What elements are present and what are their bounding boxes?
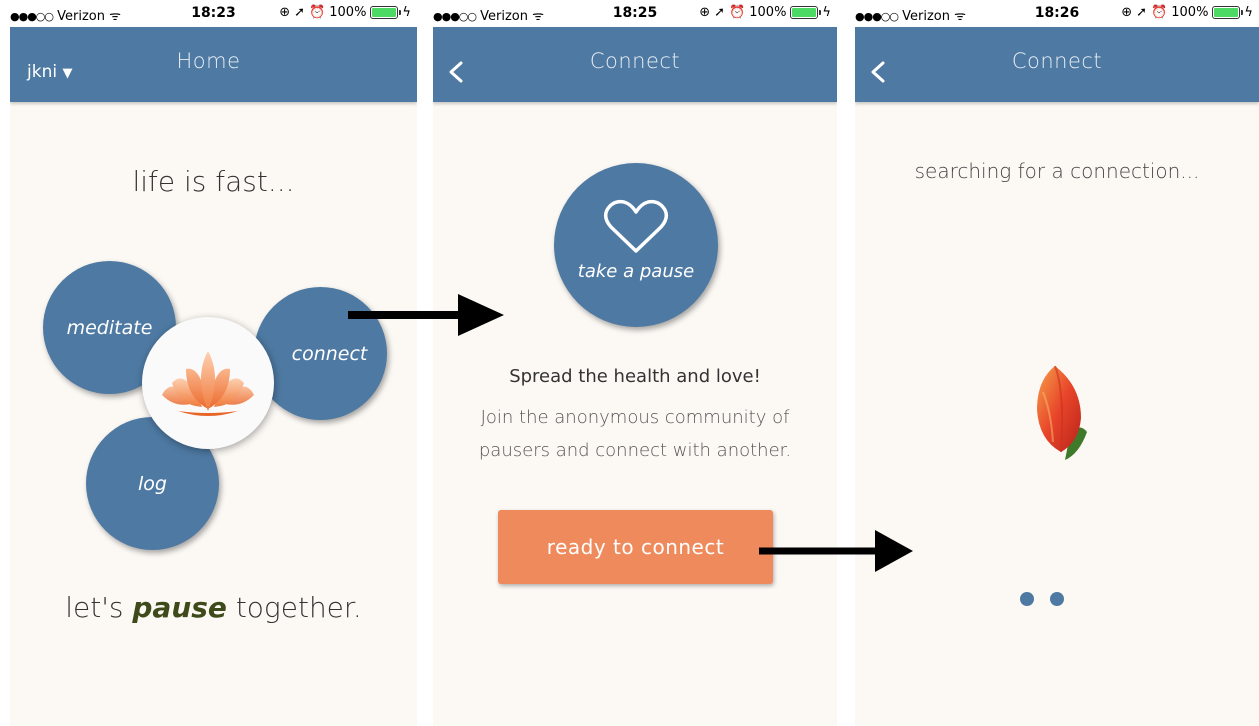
page-title: Home — [176, 49, 241, 73]
status-bar: ●●●○○ Verizon ᯤ 18:25 ⊕ ➚ ⏰ 100% ϟ — [433, 0, 837, 27]
log-label: log — [138, 472, 167, 495]
nav-bar: Connect — [433, 27, 837, 102]
footer-slogan: let's pause together. — [10, 591, 417, 624]
flow-arrow-2 — [759, 530, 913, 572]
slogan-prefix: let's — [65, 591, 133, 624]
status-bar: ●●●○○ Verizon ᯤ 18:26 ⊕ ➚ ⏰ 100% ϟ — [855, 0, 1259, 27]
alarm-icon: ⏰ — [309, 5, 326, 20]
searching-status: searching for a connection... — [914, 159, 1200, 183]
battery-icon — [1212, 6, 1244, 19]
body-line-1: Join the anonymous community of — [480, 407, 790, 428]
nav-bar: Connect — [855, 27, 1259, 102]
lotus-logo[interactable] — [142, 317, 274, 449]
charging-icon: ϟ — [822, 5, 831, 20]
headline: Spread the health and love! — [509, 366, 761, 387]
lock-rotation-icon: ⊕ — [699, 5, 711, 20]
home-screen: ●●●○○ Verizon ᯤ 18:23 ⊕ ➚ ⏰ 100% ϟ jkni … — [10, 0, 417, 726]
slogan-suffix: together. — [226, 591, 362, 624]
battery-percent: 100% — [329, 5, 367, 20]
take-a-pause-button[interactable]: take a pause — [554, 163, 718, 327]
meditate-label: meditate — [66, 316, 153, 339]
page-title: Connect — [1011, 49, 1103, 73]
heart-icon — [603, 199, 669, 253]
page-title: Connect — [589, 49, 681, 73]
charging-icon: ϟ — [1244, 5, 1253, 20]
searching-screen: ●●●○○ Verizon ᯤ 18:26 ⊕ ➚ ⏰ 100% ϟ Conne… — [855, 0, 1259, 726]
location-icon: ➚ — [1136, 5, 1148, 20]
lotus-icon — [162, 351, 254, 416]
connect-screen: ●●●○○ Verizon ᯤ 18:25 ⊕ ➚ ⏰ 100% ϟ Conne… — [433, 0, 837, 726]
charging-icon: ϟ — [402, 5, 411, 20]
battery-percent: 100% — [749, 5, 787, 20]
battery-icon — [790, 6, 822, 19]
location-icon: ➚ — [294, 5, 306, 20]
connect-label: connect — [291, 342, 368, 365]
lock-rotation-icon: ⊕ — [1121, 5, 1133, 20]
nav-bar: jkni ▼ Home — [10, 27, 417, 102]
alarm-icon: ⏰ — [729, 5, 746, 20]
ready-to-connect-label: ready to connect — [546, 535, 725, 559]
lock-rotation-icon: ⊕ — [279, 5, 291, 20]
slogan-emphasis: pause — [132, 591, 227, 624]
tagline: life is fast... — [132, 165, 295, 198]
status-bar: ●●●○○ Verizon ᯤ 18:23 ⊕ ➚ ⏰ 100% ϟ — [10, 0, 417, 27]
loading-dot — [1050, 592, 1064, 606]
flow-arrow-1 — [348, 294, 504, 336]
take-a-pause-label: take a pause — [577, 260, 695, 282]
battery-icon — [370, 6, 402, 19]
location-icon: ➚ — [714, 5, 726, 20]
body-line-2: pausers and connect with another. — [478, 440, 792, 461]
ready-to-connect-button[interactable]: ready to connect — [498, 510, 773, 584]
loading-dot — [1020, 592, 1034, 606]
battery-percent: 100% — [1171, 5, 1209, 20]
tulip-icon — [1037, 365, 1087, 460]
alarm-icon: ⏰ — [1151, 5, 1168, 20]
